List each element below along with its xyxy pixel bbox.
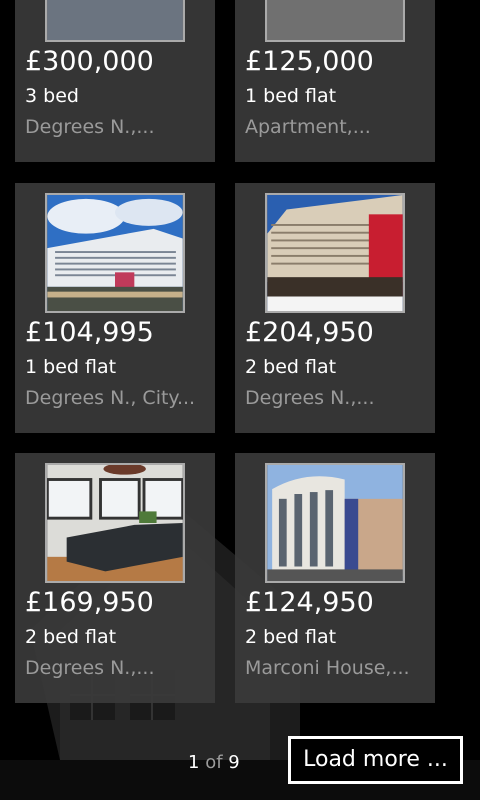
listing-price: £104,995	[25, 317, 154, 348]
load-more-button[interactable]: Load more ...	[288, 736, 463, 784]
listing-photo	[45, 0, 185, 42]
listing-beds: 1 bed flat	[25, 356, 117, 378]
listing-photo	[265, 463, 405, 583]
page-current: 1	[188, 752, 200, 773]
listing-address: Marconi House,...	[245, 657, 410, 679]
listing-card[interactable]: £204,950 2 bed flat Degrees N.,...	[235, 183, 435, 433]
listing-card[interactable]: £125,000 1 bed flat Apartment,...	[235, 0, 435, 162]
page-total: 9	[228, 752, 240, 773]
listing-photo	[45, 463, 185, 583]
listing-price: £169,950	[25, 587, 154, 618]
listing-price: £124,950	[245, 587, 374, 618]
listing-beds: 2 bed flat	[25, 626, 117, 648]
listing-card[interactable]: £169,950 2 bed flat Degrees N.,...	[15, 453, 215, 703]
listing-card[interactable]: £104,995 1 bed flat Degrees N., City...	[15, 183, 215, 433]
listing-address: Degrees N.,...	[25, 116, 155, 138]
footer-bar: 1 of 9 Load more ...	[0, 730, 480, 800]
listing-beds: 2 bed flat	[245, 356, 337, 378]
listing-photo	[265, 193, 405, 313]
listing-beds: 2 bed flat	[245, 626, 337, 648]
listing-price: £300,000	[25, 46, 154, 77]
listing-card[interactable]: £124,950 2 bed flat Marconi House,...	[235, 453, 435, 703]
listing-beds: 3 bed	[25, 85, 79, 107]
listing-address: Degrees N.,...	[245, 387, 375, 409]
listing-address: Degrees N.,...	[25, 657, 155, 679]
page-indicator: 1 of 9	[188, 752, 240, 773]
listing-photo	[265, 0, 405, 42]
listing-price: £125,000	[245, 46, 374, 77]
listing-grid: £300,000 3 bed Degrees N.,... £125,000 1…	[0, 0, 480, 730]
page-of-label: of	[205, 752, 223, 773]
listing-card[interactable]: £300,000 3 bed Degrees N.,...	[15, 0, 215, 162]
listing-beds: 1 bed flat	[245, 85, 337, 107]
listing-address: Degrees N., City...	[25, 387, 196, 409]
listing-address: Apartment,...	[245, 116, 371, 138]
listing-price: £204,950	[245, 317, 374, 348]
listing-photo	[45, 193, 185, 313]
